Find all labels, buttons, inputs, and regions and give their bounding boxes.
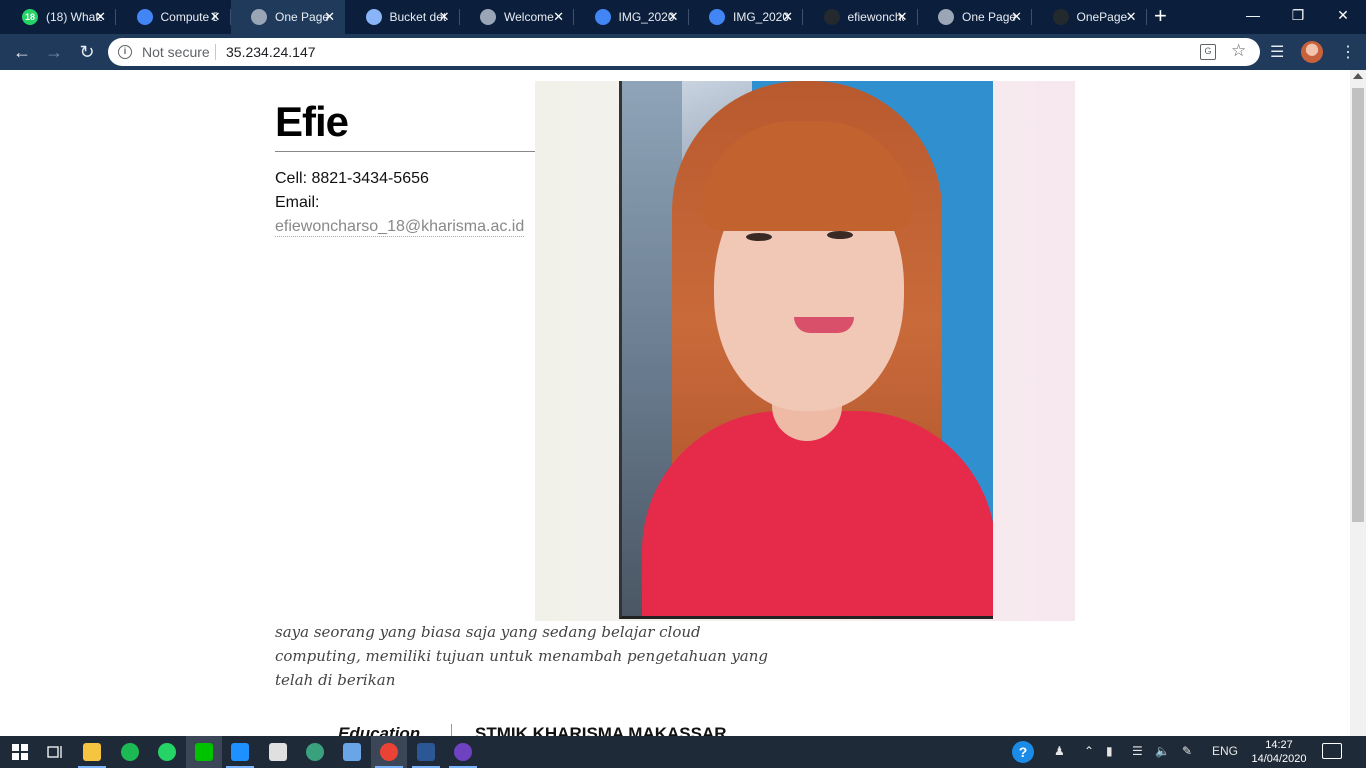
page-title: Efie: [275, 98, 349, 145]
clock-time: 14:27: [1265, 739, 1293, 751]
education-school: STMIK KHARISMA MAKASSAR: [475, 724, 727, 736]
tab-close-icon[interactable]: ✕: [897, 10, 908, 24]
battery-icon[interactable]: ▮: [1106, 744, 1113, 758]
browser-tab[interactable]: Bucket details✕: [346, 0, 460, 34]
new-tab-button[interactable]: +: [1154, 4, 1167, 28]
line-icon[interactable]: [186, 736, 222, 768]
browser-tab[interactable]: efiewoncharso✕: [804, 0, 918, 34]
globe-icon: [480, 9, 496, 25]
browser-tab[interactable]: Compute Engine✕: [117, 0, 231, 34]
file-explorer-icon[interactable]: [74, 736, 110, 768]
tab-close-icon[interactable]: ✕: [1126, 10, 1137, 24]
browser-tab[interactable]: IMG_2020 ✕: [575, 0, 689, 34]
whatsapp-icon: 18: [22, 9, 38, 25]
docs-icon: [594, 9, 611, 25]
tab-label: Welcome: [504, 10, 554, 24]
language-indicator[interactable]: ENG: [1212, 744, 1238, 758]
mail-icon[interactable]: [260, 736, 296, 768]
app2-icon[interactable]: [445, 736, 481, 768]
chrome-icon[interactable]: [371, 736, 407, 768]
windows-taskbar: ? ♟ ⌃ ▮ ☰ 🔈 ✎ ENG 14:27 14/04/2020: [0, 736, 1366, 768]
task-view-icon[interactable]: [37, 736, 73, 768]
cell-phone-text: Cell: 8821-3434-5656: [275, 170, 429, 187]
tab-strip: 18(18) WhatsApp✕Compute Engine✕One Page✕…: [0, 0, 1366, 34]
tab-close-icon[interactable]: ✕: [210, 10, 221, 24]
tab-label: One Page: [962, 10, 1017, 24]
close-window-icon[interactable]: ✕: [1320, 0, 1366, 30]
github-icon: [823, 9, 840, 25]
box-icon[interactable]: [334, 736, 370, 768]
email-link[interactable]: efiewoncharso_18@kharisma.ac.id: [275, 218, 525, 237]
help-icon[interactable]: ?: [1012, 741, 1034, 763]
menu-dots-icon[interactable]: ⋮: [1340, 42, 1356, 62]
info-icon[interactable]: i: [118, 45, 132, 59]
people-icon[interactable]: ♟: [1054, 744, 1065, 758]
omnibox-divider: [215, 44, 216, 60]
title-underline: [275, 151, 537, 152]
tab-close-icon[interactable]: ✕: [668, 10, 679, 24]
security-label[interactable]: Not secure: [142, 44, 210, 60]
tab-close-icon[interactable]: ✕: [324, 10, 335, 24]
tab-label: Compute Engine: [160, 10, 217, 24]
tab-close-icon[interactable]: ✕: [439, 10, 450, 24]
tab-separator: [1145, 9, 1147, 25]
tab-label: (18) WhatsApp: [46, 10, 102, 24]
profile-photo: [535, 81, 1075, 621]
globe-icon: [251, 9, 267, 25]
pen-icon[interactable]: ✎: [1182, 744, 1192, 758]
back-arrow-icon[interactable]: ←: [10, 41, 34, 63]
reload-icon[interactable]: ↻: [75, 41, 99, 63]
globe-icon: [938, 9, 954, 25]
compute-engine-icon: [136, 9, 153, 25]
windows-start-icon[interactable]: [2, 736, 38, 768]
browser-tab[interactable]: One Page ✕: [231, 0, 345, 34]
tab-label: Bucket details: [389, 10, 446, 24]
email-label: Email:: [275, 194, 320, 211]
url-text[interactable]: 35.234.24.147: [226, 44, 316, 60]
wifi-icon[interactable]: ☰: [1132, 744, 1143, 758]
browser-tab[interactable]: 18 (18) WhatsApp✕: [2, 0, 116, 34]
tab-close-icon[interactable]: ✕: [1011, 10, 1022, 24]
spotify-icon[interactable]: [112, 736, 148, 768]
media-control-icon[interactable]: ☰: [1270, 42, 1284, 62]
education-heading: Education: [338, 724, 421, 736]
edge-icon[interactable]: [222, 736, 258, 768]
github-icon: [1052, 9, 1069, 25]
app-icon[interactable]: [297, 736, 333, 768]
docs-icon: [709, 9, 725, 25]
clock-date: 14/04/2020: [1251, 753, 1307, 765]
minimize-icon[interactable]: —: [1230, 0, 1276, 30]
taskbar-clock[interactable]: 14:27 14/04/2020: [1247, 738, 1311, 766]
browser-tab[interactable]: Welcome ✕: [460, 0, 574, 34]
volume-icon[interactable]: 🔈: [1155, 744, 1170, 758]
tab-label: IMG_2020: [618, 10, 675, 24]
tab-close-icon[interactable]: ✕: [95, 10, 106, 24]
profile-avatar[interactable]: [1301, 41, 1323, 63]
restore-icon[interactable]: ❐: [1275, 0, 1321, 30]
chevron-up-icon[interactable]: ⌃: [1084, 744, 1094, 758]
tab-label: OnePage: [1076, 10, 1128, 24]
scroll-up-arrow-icon[interactable]: [1353, 73, 1363, 79]
storage-icon: [365, 9, 382, 25]
bookmark-star-icon[interactable]: ☆: [1231, 41, 1246, 61]
tab-label: efiewoncharso: [847, 10, 904, 24]
browser-toolbar: ← → ↻ i Not secure 35.234.24.147 G ☆ ☰ ⋮: [0, 34, 1366, 70]
browser-tab[interactable]: One Page ✕: [918, 0, 1032, 34]
education-divider: [451, 724, 452, 736]
tab-label: One Page: [275, 10, 330, 24]
about-paragraph: saya seorang yang biasa saja yang sedang…: [275, 623, 769, 689]
address-bar[interactable]: i Not secure 35.234.24.147 G ☆: [108, 38, 1260, 66]
notification-icon[interactable]: [1322, 743, 1342, 759]
tab-close-icon[interactable]: ✕: [782, 10, 793, 24]
browser-tab[interactable]: IMG_2020 ✕: [689, 0, 803, 34]
forward-arrow-icon[interactable]: →: [42, 41, 66, 63]
translate-icon[interactable]: G: [1200, 44, 1216, 60]
scrollbar-thumb[interactable]: [1352, 88, 1364, 522]
browser-tab[interactable]: OnePage ✕: [1033, 0, 1147, 34]
tab-close-icon[interactable]: ✕: [553, 10, 564, 24]
tab-label: IMG_2020: [733, 10, 789, 24]
whatsapp-icon[interactable]: [149, 736, 185, 768]
web-page: Efie Cell: 8821-3434-5656 Email: efiewon…: [0, 70, 1350, 736]
word-icon[interactable]: [408, 736, 444, 768]
